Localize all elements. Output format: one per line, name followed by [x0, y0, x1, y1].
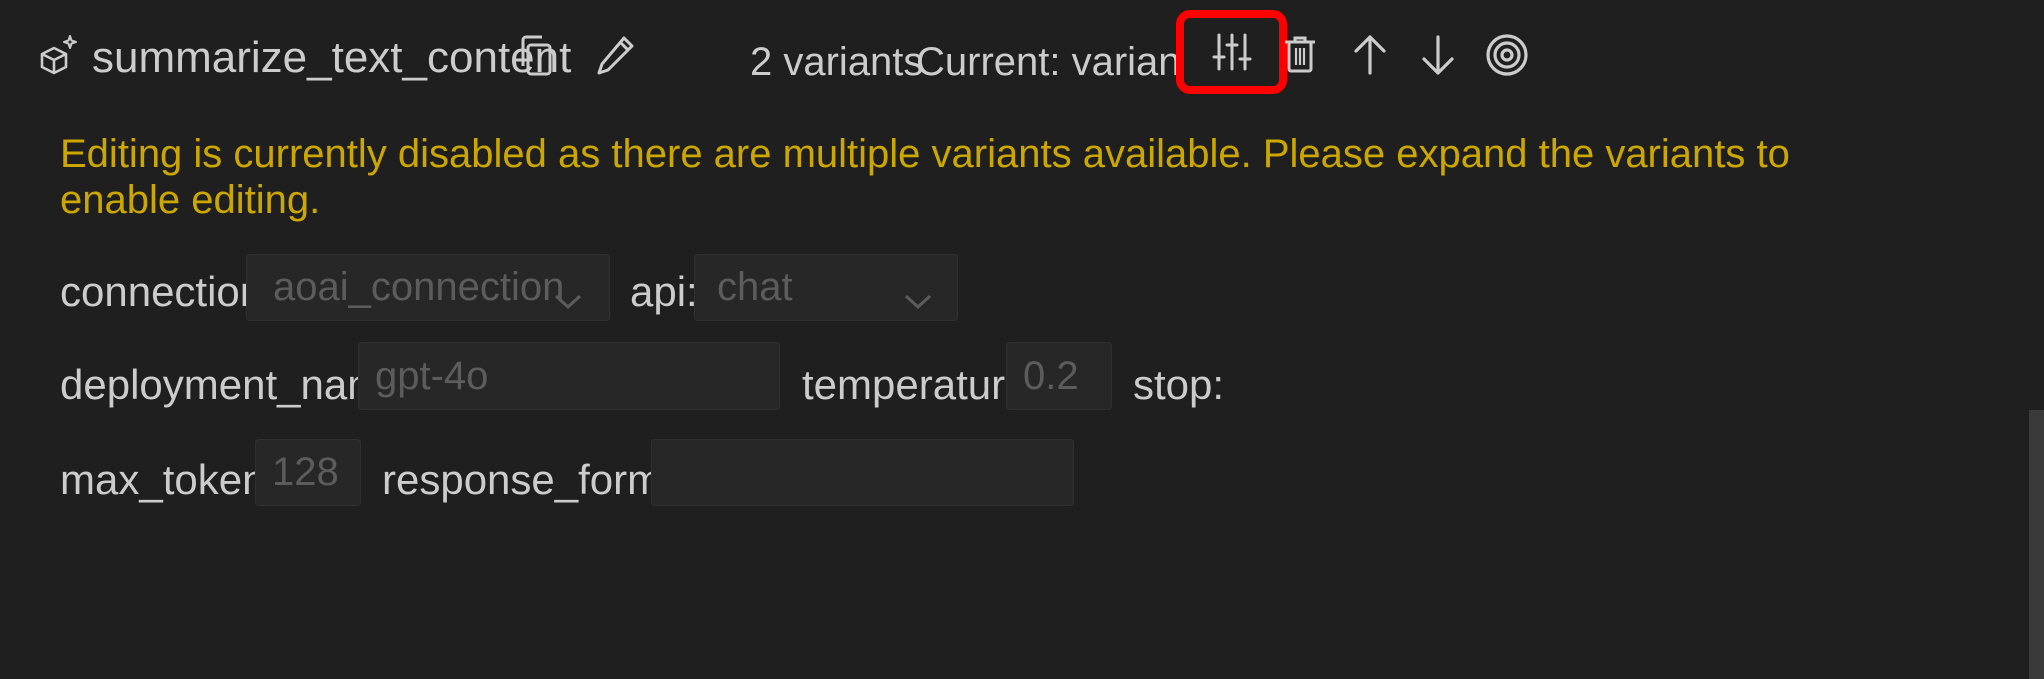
tune-sliders-icon: [1211, 31, 1253, 73]
response-format-input[interactable]: [651, 439, 1074, 506]
temperature-input[interactable]: 0.2: [1006, 342, 1112, 410]
trash-icon[interactable]: [1282, 34, 1318, 74]
current-variant: Current: variant_0: [916, 40, 1176, 84]
temperature-label: temperature:: [802, 361, 1041, 408]
connection-value: aoai_connection: [273, 265, 565, 309]
temperature-value: 0.2: [1023, 353, 1079, 398]
sparkle-cube-icon: [36, 34, 78, 76]
pencil-icon[interactable]: [594, 34, 636, 78]
chevron-down-icon: [903, 277, 933, 322]
copy-icon[interactable]: [516, 34, 558, 78]
node-name: summarize_text_content: [92, 33, 572, 82]
arrow-down-icon[interactable]: [1418, 34, 1458, 76]
max-tokens-input[interactable]: 128: [255, 439, 361, 506]
deployment-name-input[interactable]: gpt-4o: [358, 342, 780, 410]
vertical-scrollbar[interactable]: [2029, 410, 2044, 679]
chevron-down-icon: [553, 277, 583, 322]
api-select[interactable]: chat: [694, 254, 958, 321]
api-label: api:: [630, 268, 698, 315]
arrow-up-icon[interactable]: [1350, 34, 1390, 76]
target-icon[interactable]: [1484, 32, 1530, 78]
connection-label: connection:: [60, 268, 275, 315]
editing-disabled-warning: Editing is currently disabled as there a…: [60, 124, 1790, 230]
max-tokens-value: 128: [272, 450, 339, 494]
stop-label: stop:: [1133, 361, 1225, 408]
connection-select[interactable]: aoai_connection: [246, 254, 610, 321]
deployment-name-value: gpt-4o: [375, 353, 489, 398]
variants-count: 2 variants: [750, 40, 924, 84]
tune-variants-button[interactable]: [1176, 10, 1287, 94]
current-variant-label: Current: variant_0: [916, 40, 1176, 84]
api-value: chat: [717, 265, 793, 309]
